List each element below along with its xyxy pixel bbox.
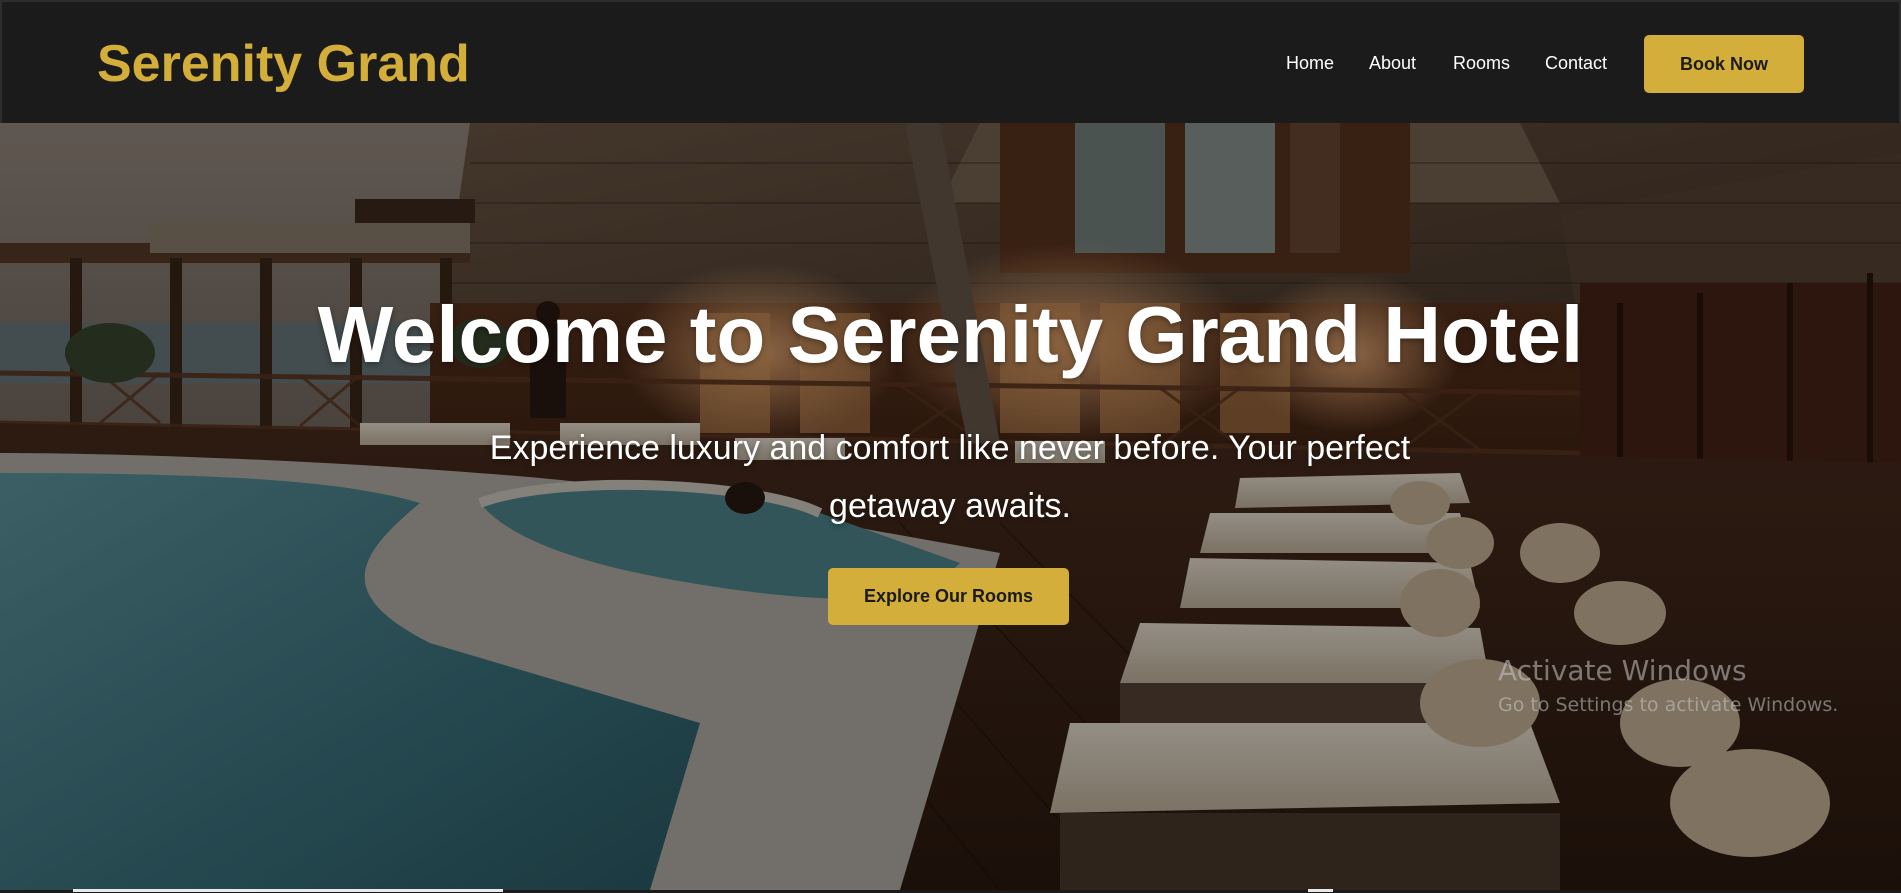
nav-about-link[interactable]: About — [1369, 52, 1416, 74]
hero-content: Welcome to Serenity Grand Hotel Experien… — [0, 123, 1901, 890]
scrollbar-marker — [1308, 889, 1333, 892]
explore-rooms-button[interactable]: Explore Our Rooms — [828, 568, 1069, 625]
hero-section: Welcome to Serenity Grand Hotel Experien… — [0, 123, 1901, 890]
book-now-button[interactable]: Book Now — [1644, 35, 1804, 93]
hero-title: Welcome to Serenity Grand Hotel — [317, 290, 1584, 379]
top-navbar: Serenity Grand Home About Rooms Contact … — [0, 0, 1901, 123]
hero-subtitle: Experience luxury and comfort like never… — [489, 429, 1411, 525]
nav-home-link[interactable]: Home — [1286, 52, 1334, 74]
brand-logo[interactable]: Serenity Grand — [97, 32, 470, 96]
activate-windows-subtitle: Go to Settings to activate Windows. — [1498, 694, 1839, 716]
scrollbar-thumb[interactable] — [73, 889, 503, 892]
nav-contact-link[interactable]: Contact — [1545, 52, 1607, 74]
nav-rooms-link[interactable]: Rooms — [1453, 52, 1510, 74]
activate-windows-title: Activate Windows — [1498, 654, 1747, 687]
